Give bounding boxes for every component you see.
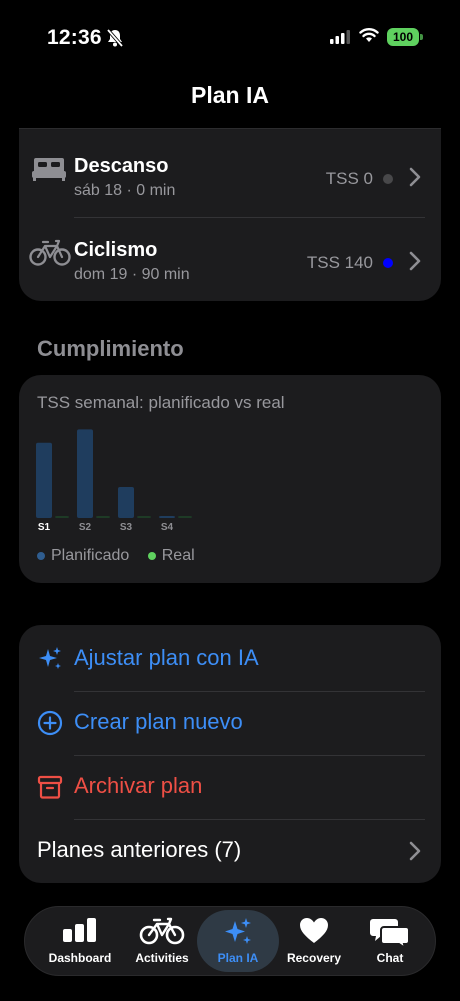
tab-label: Chat <box>376 951 404 965</box>
bar-planificado-s1[interactable] <box>36 442 52 518</box>
heart-icon <box>273 917 355 947</box>
tab-plan-ia[interactable]: Plan IA <box>197 910 279 972</box>
workout-row-ciclismo[interactable]: Ciclismo dom 19 · 90 min TSS 140 <box>19 213 441 297</box>
battery-indicator: 100 <box>387 28 419 46</box>
tick-label-s1: S1 <box>38 522 51 533</box>
bar-planificado-s2[interactable] <box>77 429 93 518</box>
plan-actions-card: Ajustar plan con IA Crear plan nuevo Arc… <box>19 625 441 883</box>
archive-plan-button[interactable]: Archivar plan <box>19 755 441 819</box>
workout-title: Descanso <box>74 155 169 177</box>
tab-activities[interactable]: Activities <box>121 907 203 975</box>
tss-status-dot <box>383 174 393 184</box>
chevron-right-icon <box>409 841 421 866</box>
legend-item-real: Real <box>147 547 195 565</box>
bar-real-s4[interactable] <box>178 516 192 518</box>
bar-chart-icon <box>39 917 121 947</box>
tab-label: Activities <box>135 951 189 965</box>
tab-label: Dashboard <box>48 951 112 965</box>
tab-bar: Dashboard Activities Plan IA Recovery Ch… <box>24 906 436 976</box>
legend-dot <box>37 552 45 560</box>
workout-tss: TSS 0 <box>325 169 373 188</box>
bed-icon <box>31 153 67 188</box>
workout-row-descanso[interactable]: Descanso sáb 18 · 0 min TSS 0 <box>19 129 441 213</box>
tick-label-s2: S2 <box>79 522 92 533</box>
tab-chat[interactable]: Chat <box>349 907 431 975</box>
bar-real-s3[interactable] <box>137 516 151 518</box>
chat-bubbles-icon <box>349 917 431 949</box>
bicycle-icon <box>121 917 203 947</box>
bell-muted-icon <box>106 28 124 53</box>
legend-dot <box>147 552 156 560</box>
legend-label: Real <box>161 547 195 564</box>
tss-bar-chart: S1 S2 S3 S4 <box>36 429 192 533</box>
workout-subtitle: dom 19 · 90 min <box>74 266 190 283</box>
battery-cap <box>420 34 423 40</box>
tab-dashboard[interactable]: Dashboard <box>39 907 121 975</box>
adjust-plan-label: Ajustar plan con IA <box>74 645 259 670</box>
plus-circle-icon <box>37 710 63 741</box>
tss-chart-card: TSS semanal: planificado vs real S1 S2 S3 S… <box>19 375 441 583</box>
bar-real-s1[interactable] <box>55 516 69 518</box>
legend-label: Planificado <box>51 547 130 564</box>
previous-plans-label: Planes anteriores (7) <box>37 837 242 862</box>
workouts-card: Descanso sáb 18 · 0 min TSS 0 Ciclismo d… <box>19 128 441 301</box>
workout-title: Ciclismo <box>74 239 158 261</box>
wifi-icon <box>359 27 379 48</box>
previous-plans-row[interactable]: Planes anteriores (7) <box>19 819 441 883</box>
tab-label: Recovery <box>286 951 342 965</box>
page-title: Plan IA <box>191 82 269 108</box>
chevron-right-icon <box>409 167 421 192</box>
sparkles-icon <box>197 917 279 947</box>
tab-label: Plan IA <box>217 951 259 965</box>
chevron-right-icon <box>409 251 421 276</box>
status-time: 12:36 <box>47 26 102 49</box>
bar-real-s2[interactable] <box>96 516 110 518</box>
legend-item-planificado: Planificado <box>37 547 129 565</box>
sparkles-icon <box>37 646 63 677</box>
workout-subtitle: sáb 18 · 0 min <box>74 182 176 199</box>
workout-tss: TSS 140 <box>306 253 373 272</box>
tick-label-s3: S3 <box>120 522 133 533</box>
tab-recovery[interactable]: Recovery <box>273 907 355 975</box>
status-bar: 12:36 100 <box>0 0 460 74</box>
tick-label-s4: S4 <box>161 522 174 533</box>
adjust-plan-button[interactable]: Ajustar plan con IA <box>19 627 441 691</box>
chart-legend: Planificado Real <box>37 547 209 565</box>
archive-plan-label: Archivar plan <box>74 773 203 798</box>
archive-box-icon <box>37 774 63 805</box>
create-plan-label: Crear plan nuevo <box>74 709 243 734</box>
section-title-cumplimiento: Cumplimiento <box>37 336 184 361</box>
bar-planificado-s3[interactable] <box>118 487 134 518</box>
create-plan-button[interactable]: Crear plan nuevo <box>19 691 441 755</box>
tss-status-dot <box>383 258 393 268</box>
bicycle-icon <box>29 237 71 272</box>
cellular-signal-icon <box>330 30 350 49</box>
bar-planificado-s4[interactable] <box>159 516 175 518</box>
